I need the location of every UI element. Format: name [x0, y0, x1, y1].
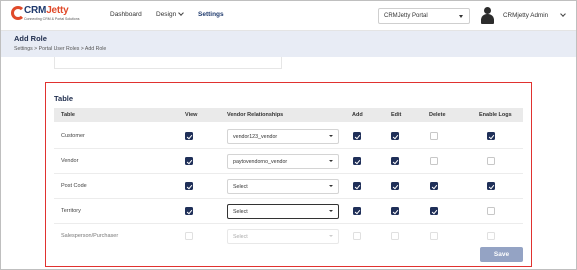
- caret-down-icon: [329, 185, 333, 187]
- nav-design[interactable]: Design: [156, 10, 185, 18]
- vendor-relationship-select[interactable]: paytovendorno_vendor: [227, 154, 339, 169]
- table-header-row: Table View Vendor Relationships Add Edit…: [54, 108, 523, 122]
- enable-logs-checkbox[interactable]: [487, 182, 495, 190]
- add-checkbox[interactable]: [353, 182, 361, 190]
- table-permissions-panel: Table Table View Vendor Relationships Ad…: [45, 82, 532, 267]
- page-title: Add Role: [14, 34, 47, 43]
- caret-down-icon: [329, 210, 333, 212]
- page-header: Add Role Settings > Portal User Roles > …: [1, 31, 576, 57]
- edit-checkbox: [391, 232, 399, 240]
- row-table-name: Customer: [61, 133, 85, 139]
- save-button[interactable]: Save: [480, 247, 523, 262]
- nav-settings[interactable]: Settings: [198, 11, 224, 18]
- select-value: paytovendorno_vendor: [233, 159, 288, 165]
- edit-checkbox[interactable]: [391, 182, 399, 190]
- vendor-relationship-select: Select: [227, 229, 339, 244]
- col-enable-logs: Enable Logs: [479, 112, 512, 118]
- view-checkbox[interactable]: [185, 232, 193, 240]
- table-row: Territory Select: [54, 199, 523, 224]
- select-value: vendor123_vendor: [233, 134, 278, 140]
- table-row: Vendor paytovendorno_vendor: [54, 149, 523, 174]
- col-table: Table: [61, 112, 75, 118]
- portal-select-value: CRMJetty Portal: [384, 13, 428, 19]
- chevron-down-icon: [178, 10, 185, 16]
- add-checkbox[interactable]: [353, 157, 361, 165]
- table-row: Salesperson/Purchaser Select: [54, 224, 523, 249]
- caret-down-icon: [329, 135, 333, 137]
- row-table-name: Salesperson/Purchaser: [61, 233, 119, 239]
- add-checkbox[interactable]: [353, 132, 361, 140]
- section-title: Table: [54, 94, 74, 103]
- enable-logs-checkbox: [487, 232, 495, 240]
- select-value: Select: [233, 234, 248, 240]
- logo-text-main: CRM: [24, 5, 47, 16]
- row-table-name: Vendor: [61, 158, 79, 164]
- col-vendor-relationships: Vendor Relationships: [227, 112, 284, 118]
- logo-mark-icon: [11, 6, 25, 20]
- col-add: Add: [352, 112, 363, 118]
- table-row: Customer vendor123_vendor: [54, 124, 523, 149]
- caret-down-icon: [329, 235, 333, 237]
- edit-checkbox[interactable]: [391, 132, 399, 140]
- nav-dashboard[interactable]: Dashboard: [110, 11, 142, 18]
- table-row: Post Code Select: [54, 174, 523, 199]
- logo-tagline: Connecting CRM & Portal Solutions: [24, 17, 80, 21]
- col-view: View: [185, 112, 198, 118]
- logo-text-accent: Jetty: [46, 5, 69, 16]
- portal-select[interactable]: CRMJetty Portal: [378, 8, 470, 24]
- enable-logs-checkbox[interactable]: [487, 132, 495, 140]
- delete-checkbox[interactable]: [430, 157, 438, 165]
- row-table-name: Territory: [61, 208, 81, 214]
- add-checkbox[interactable]: [353, 207, 361, 215]
- enable-logs-checkbox[interactable]: [487, 157, 495, 165]
- crmjetty-logo[interactable]: CRMJetty Connecting CRM & Portal Solutio…: [11, 4, 81, 28]
- col-delete: Delete: [429, 112, 446, 118]
- caret-down-icon: [459, 15, 463, 18]
- user-avatar-icon[interactable]: [479, 6, 496, 25]
- view-checkbox[interactable]: [185, 157, 193, 165]
- view-checkbox[interactable]: [185, 132, 193, 140]
- nav-design-label: Design: [156, 11, 177, 18]
- row-table-name: Post Code: [61, 183, 87, 189]
- breadcrumb[interactable]: Settings > Portal User Roles > Add Role: [14, 46, 106, 52]
- delete-checkbox[interactable]: [430, 207, 438, 215]
- view-checkbox[interactable]: [185, 182, 193, 190]
- select-value: Select: [233, 209, 248, 215]
- delete-checkbox: [430, 232, 438, 240]
- vendor-relationship-select[interactable]: Select: [227, 179, 339, 194]
- select-value: Select: [233, 184, 248, 190]
- view-checkbox[interactable]: [185, 207, 193, 215]
- edit-checkbox[interactable]: [391, 207, 399, 215]
- edit-checkbox[interactable]: [391, 157, 399, 165]
- top-navbar: CRMJetty Connecting CRM & Portal Solutio…: [1, 1, 576, 31]
- vendor-relationship-select[interactable]: vendor123_vendor: [227, 129, 339, 144]
- add-checkbox: [353, 232, 361, 240]
- delete-checkbox[interactable]: [430, 132, 438, 140]
- previous-section-card: [54, 57, 282, 69]
- vendor-relationship-select[interactable]: Select: [227, 204, 339, 219]
- user-name[interactable]: CRMjetty Admin: [503, 12, 548, 19]
- delete-checkbox[interactable]: [430, 182, 438, 190]
- enable-logs-checkbox[interactable]: [487, 207, 495, 215]
- col-edit: Edit: [391, 112, 402, 118]
- caret-down-icon: [329, 160, 333, 162]
- user-menu-chevron-icon[interactable]: [560, 11, 566, 17]
